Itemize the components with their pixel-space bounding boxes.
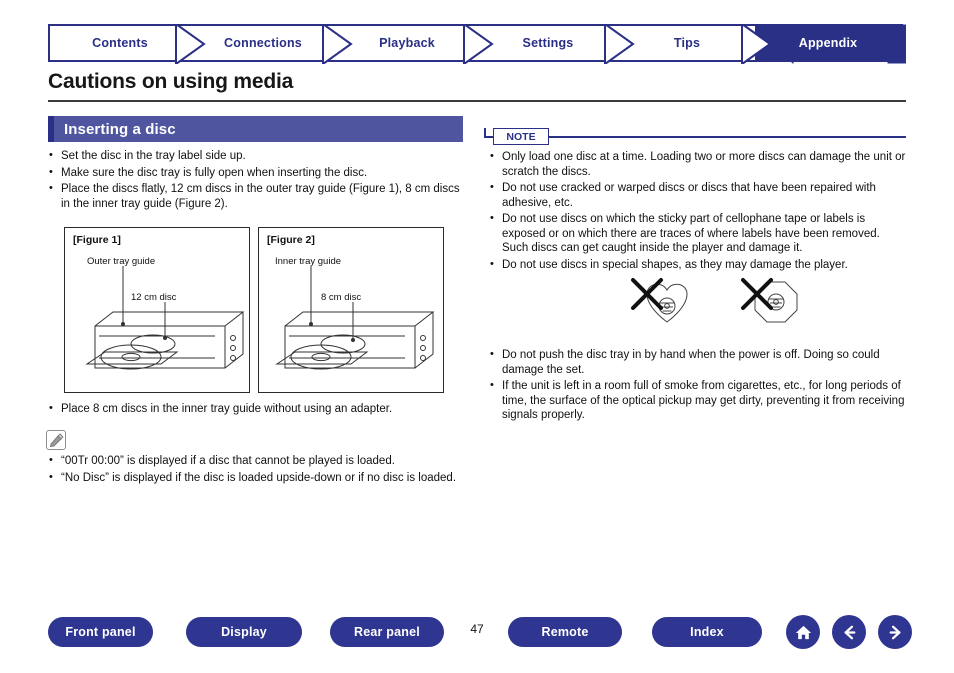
title-divider <box>48 100 906 102</box>
list-item: “00Tr 00:00” is displayed if a disc that… <box>48 453 478 469</box>
footer-index-label: Index <box>690 625 724 639</box>
figure-2-drawing <box>275 266 435 370</box>
footer-remote-button[interactable]: Remote <box>508 617 622 647</box>
note-badge-label: NOTE <box>506 130 536 143</box>
footer-rear-panel-label: Rear panel <box>354 625 420 639</box>
footer-rear-panel-button[interactable]: Rear panel <box>330 617 444 647</box>
list-item: Place 8 cm discs in the inner tray guide… <box>48 401 478 417</box>
footer-front-panel-button[interactable]: Front panel <box>48 617 153 647</box>
section-heading: Inserting a disc <box>48 116 463 142</box>
home-icon[interactable] <box>786 615 820 649</box>
forward-arrow-icon[interactable] <box>878 615 912 649</box>
figure-2: [Figure 2] Inner tray guide 8 cm disc <box>258 227 444 393</box>
list-item: Make sure the disc tray is fully open wh… <box>48 165 468 181</box>
footer-index-button[interactable]: Index <box>652 617 762 647</box>
list-item: Do not use cracked or warped discs or di… <box>489 180 909 210</box>
figure-1-drawing <box>85 266 245 370</box>
section-heading-label: Inserting a disc <box>64 120 176 138</box>
note-list-bottom: Do not push the disc tray in by hand whe… <box>489 347 909 425</box>
list-item: Do not push the disc tray in by hand whe… <box>489 347 909 377</box>
list-item: Place the discs flatly, 12 cm discs in t… <box>48 181 468 211</box>
note-divider-cap <box>484 128 486 138</box>
after-figure-bullets: Place 8 cm discs in the inner tray guide… <box>48 401 478 419</box>
tip-pencil-icon-wrap <box>46 430 66 450</box>
list-item: Do not use discs on which the sticky par… <box>489 211 909 256</box>
note-badge: NOTE <box>493 128 549 145</box>
prohibited-disc-shapes-illustration <box>585 272 820 344</box>
footer-front-panel-label: Front panel <box>65 625 136 639</box>
list-item: If the unit is left in a room full of sm… <box>489 378 909 423</box>
inserting-disc-bullets: Set the disc in the tray label side up. … <box>48 148 468 213</box>
footer-remote-label: Remote <box>541 625 589 639</box>
pencil-icon <box>46 430 66 450</box>
footer-display-button[interactable]: Display <box>186 617 302 647</box>
page-number: 47 <box>470 622 484 636</box>
tip-notes: “00Tr 00:00” is displayed if a disc that… <box>48 453 478 487</box>
list-item: Set the disc in the tray label side up. <box>48 148 468 164</box>
page-title: Cautions on using media <box>48 70 294 93</box>
tab-bar-dividers <box>175 24 906 64</box>
figure-row: [Figure 1] Outer tray guide 12 cm disc [… <box>64 227 444 393</box>
footer-display-label: Display <box>221 625 267 639</box>
list-item: “No Disc” is displayed if the disc is lo… <box>48 470 478 486</box>
figure-1: [Figure 1] Outer tray guide 12 cm disc <box>64 227 250 393</box>
note-list-top: Only load one disc at a time. Loading tw… <box>489 149 909 274</box>
list-item: Do not use discs in special shapes, as t… <box>489 257 909 273</box>
list-item: Only load one disc at a time. Loading tw… <box>489 149 909 179</box>
document-page: Contents Connections Playback Settings T… <box>0 0 954 673</box>
back-arrow-icon[interactable] <box>832 615 866 649</box>
